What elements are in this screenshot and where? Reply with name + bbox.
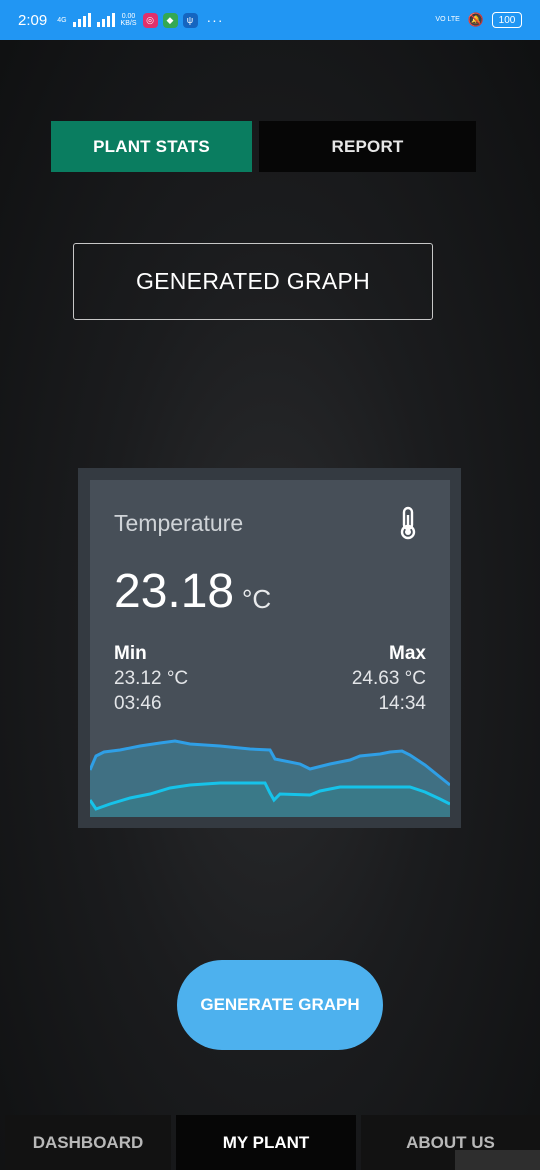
signal-icon xyxy=(72,13,91,27)
data-speed: 0.00 KB/S xyxy=(121,13,137,27)
signal-icon-2 xyxy=(96,13,115,27)
min-label: Min xyxy=(114,643,147,664)
tab-plant-stats[interactable]: PLANT STATS xyxy=(51,121,252,172)
generate-graph-button[interactable]: GENERATE GRAPH xyxy=(177,960,383,1050)
generated-graph-label: GENERATED GRAPH xyxy=(73,243,433,320)
tab-report[interactable]: REPORT xyxy=(259,121,476,172)
current-temperature-unit: °C xyxy=(242,584,272,614)
network-type-label: 4G xyxy=(57,16,67,24)
max-time: 14:34 xyxy=(378,693,426,714)
volte-label: VO LTE xyxy=(435,16,460,23)
temperature-widget: Temperature 23.18 °C Min Max 23.12 °C 24… xyxy=(90,480,450,817)
min-time: 03:46 xyxy=(114,693,162,714)
max-label: Max xyxy=(389,643,426,664)
nav-corner-shadow xyxy=(455,1150,540,1170)
battery-icon: 100 xyxy=(492,12,522,28)
data-speed-unit: KB/S xyxy=(120,20,137,27)
status-bar: 2:09 4G 0.00 KB/S ◎ ◆ ψ ··· VO LTE 🔕 100 xyxy=(0,0,540,40)
current-temperature: 23.18 xyxy=(114,565,235,618)
max-value: 24.63 °C xyxy=(351,668,426,689)
min-value: 23.12 °C xyxy=(114,668,189,689)
maps-icon: ◆ xyxy=(162,12,178,28)
data-speed-value: 0.00 xyxy=(121,13,136,20)
thermometer-icon xyxy=(395,505,421,546)
widget-title: Temperature xyxy=(114,510,244,536)
mute-vibrate-icon: 🔕 xyxy=(467,12,484,27)
nav-my-plant[interactable]: MY PLANT xyxy=(176,1115,356,1170)
instagram-icon: ◎ xyxy=(142,12,158,28)
status-time: 2:09 xyxy=(18,11,48,29)
nav-dashboard[interactable]: DASHBOARD xyxy=(5,1115,171,1170)
more-notifications-icon: ··· xyxy=(206,12,224,28)
temperature-sparkline xyxy=(90,739,450,817)
usb-icon: ψ xyxy=(182,12,198,28)
